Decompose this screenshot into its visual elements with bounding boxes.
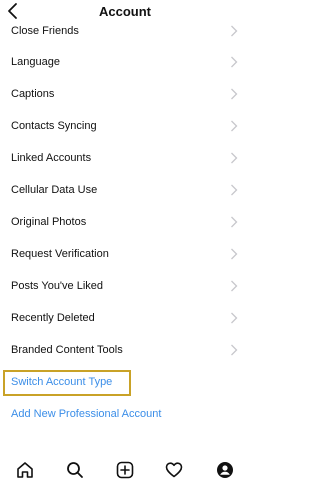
menu-item-cellular-data-use[interactable]: Cellular Data Use xyxy=(0,174,250,206)
menu-item-label: Recently Deleted xyxy=(11,312,95,324)
chevron-right-icon xyxy=(231,312,238,324)
menu-item-label: Request Verification xyxy=(11,248,109,260)
menu-item-branded-content-tools[interactable]: Branded Content Tools xyxy=(0,334,250,366)
menu-item-label: Branded Content Tools xyxy=(11,344,123,356)
chevron-right-icon xyxy=(231,184,238,196)
menu-item-recently-deleted[interactable]: Recently Deleted xyxy=(0,302,250,334)
chevron-right-icon xyxy=(231,216,238,228)
profile-icon[interactable] xyxy=(215,460,235,480)
chevron-right-icon xyxy=(231,248,238,260)
heart-icon[interactable] xyxy=(164,460,184,480)
menu-item-label: Linked Accounts xyxy=(11,152,92,164)
chevron-right-icon xyxy=(231,88,238,100)
navigation-header: Account xyxy=(0,0,250,22)
add-professional-account-label: Add New Professional Account xyxy=(11,408,162,420)
chevron-right-icon xyxy=(231,120,238,132)
menu-item-request-verification[interactable]: Request Verification xyxy=(0,238,250,270)
add-post-icon[interactable] xyxy=(115,460,135,480)
bottom-tab-bar xyxy=(0,450,250,490)
home-icon[interactable] xyxy=(15,460,35,480)
chevron-right-icon xyxy=(231,344,238,356)
menu-item-label: Posts You've Liked xyxy=(11,280,104,292)
menu-item-label: Cellular Data Use xyxy=(11,184,98,196)
menu-item-posts-youve-liked[interactable]: Posts You've Liked xyxy=(0,270,250,302)
highlight-box xyxy=(3,370,131,396)
menu-item-linked-accounts[interactable]: Linked Accounts xyxy=(0,142,250,174)
chevron-right-icon xyxy=(231,280,238,292)
menu-item-captions[interactable]: Captions xyxy=(0,78,250,110)
menu-item-label: Language xyxy=(11,56,60,68)
menu-item-label: Captions xyxy=(11,88,55,100)
search-icon[interactable] xyxy=(65,460,85,480)
menu-item-label: Contacts Syncing xyxy=(11,120,97,132)
menu-item-contacts-syncing[interactable]: Contacts Syncing xyxy=(0,110,250,142)
menu-item-language[interactable]: Language xyxy=(0,46,250,78)
menu-item-label: Close Friends xyxy=(11,25,79,37)
menu-item-original-photos[interactable]: Original Photos xyxy=(0,206,250,238)
menu-item-label: Original Photos xyxy=(11,216,87,228)
chevron-right-icon xyxy=(231,25,238,37)
chevron-right-icon xyxy=(231,152,238,164)
chevron-right-icon xyxy=(231,56,238,68)
add-professional-account-link[interactable]: Add New Professional Account xyxy=(0,398,250,430)
page-title: Account xyxy=(99,4,151,19)
